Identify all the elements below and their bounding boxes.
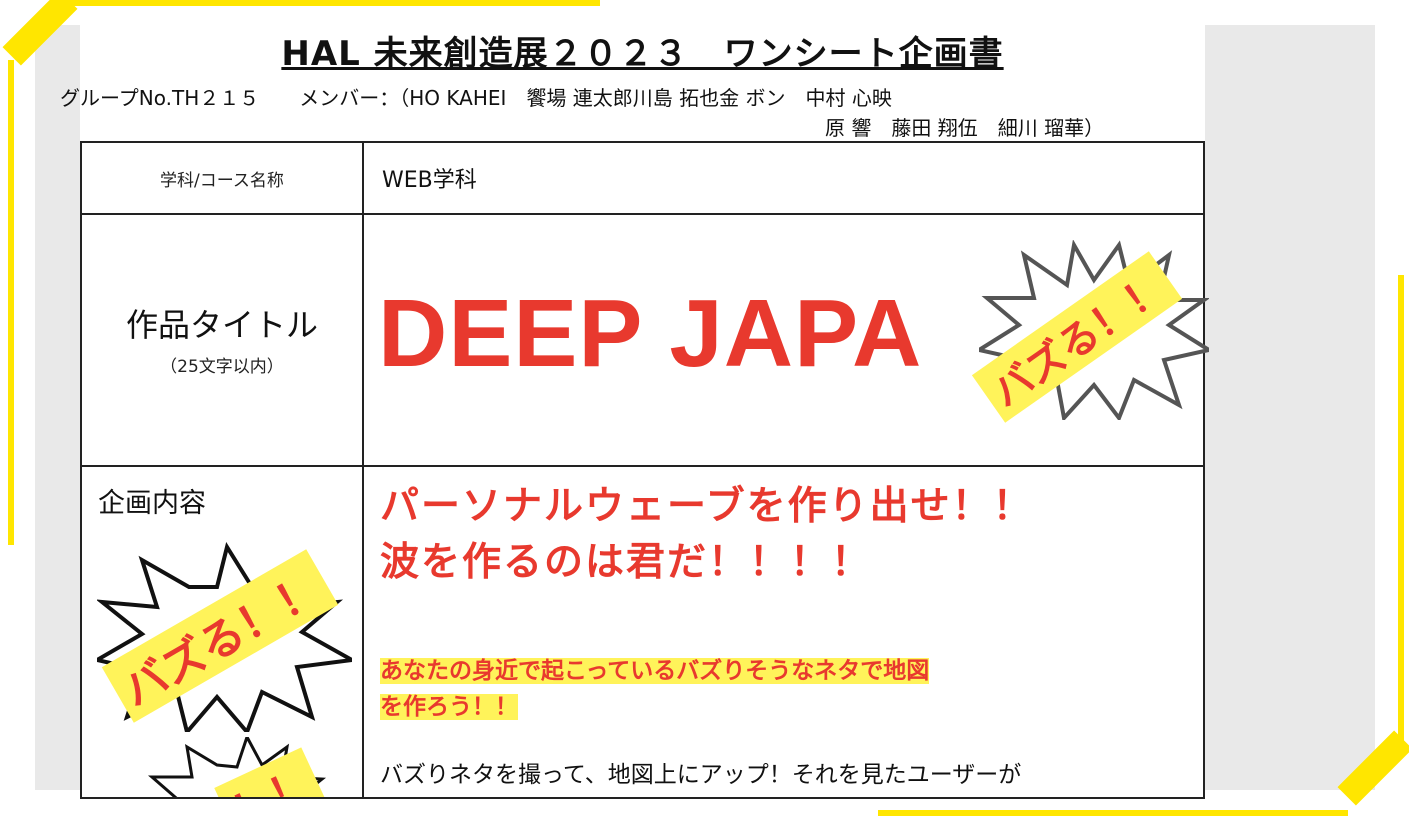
plan-heading-2: 波を作るのは君だ！！！！ (380, 540, 873, 585)
planning-table: 学科/コース名称 WEB学科 作品タイトル （25文字以内） DEEP JAPA… (80, 141, 1215, 799)
frame-line-bottom (878, 810, 1348, 816)
buzz-sticker: バズる！！ (971, 239, 1215, 423)
table-row: 学科/コース名称 WEB学科 (80, 141, 1205, 215)
buzz-sticker: バズる！！ (91, 541, 359, 737)
table-row: 作品タイトル （25文字以内） DEEP JAPA バズる！！ (80, 213, 1215, 467)
group-line: グループNo.TH２１５ メンバー：（HO KAHEI 饗場 連太郎川島 拓也金 … (60, 82, 892, 111)
frame-line-right (1398, 275, 1404, 755)
members-line-1: メンバー：（HO KAHEI 饗場 連太郎川島 拓也金 ボン 中村 心映 (299, 86, 892, 110)
plan-highlight-line-1: あなたの身近で起こっているバズりそうなネタで地図 (380, 658, 930, 684)
plan-body-text: バズりネタを撮って、地図上にアップ！それを見たユーザーが (380, 762, 1022, 788)
dept-label: 学科/コース名称 (160, 170, 284, 191)
table-row: 企画内容 バズる！！ ！！ パーソナルウェーブを作り出せ！！ (80, 465, 1205, 799)
work-title-sublabel: （25文字以内） (160, 357, 284, 377)
work-title-label: 作品タイトル (125, 306, 318, 344)
one-sheet-document: HAL 未来創造展２０２３ ワンシート企画書 グループNo.TH２１５ メンバー：… (60, 0, 1215, 799)
plan-highlight-line-2: を作ろう！！ (380, 694, 518, 720)
dept-value: WEB学科 (382, 168, 477, 193)
work-title-value: DEEP JAPA (378, 280, 923, 387)
group-number: グループNo.TH２１５ (60, 86, 260, 110)
document-title: HAL 未来創造展２０２３ ワンシート企画書 (281, 34, 1004, 74)
plan-label: 企画内容 (98, 488, 206, 519)
members-line-2: 原 響 藤田 翔伍 細川 瑠華） (825, 116, 1105, 140)
partial-buzz-sticker: ！！ (147, 737, 327, 797)
plan-highlight: あなたの身近で起こっているバズりそうなネタで地図 を作ろう！！ (380, 653, 1203, 725)
plan-content: パーソナルウェーブを作り出せ！！ 波を作るのは君だ！！！！ あなたの身近で起こっ… (364, 467, 1203, 789)
plan-heading-1: パーソナルウェーブを作り出せ！！ (380, 484, 1034, 529)
frame-line-top (60, 0, 600, 6)
work-title-label-cell: 作品タイトル （25文字以内） (82, 215, 362, 377)
frame-line-left (8, 60, 14, 545)
work-title-value-cell: DEEP JAPA バズる！！ (364, 215, 1215, 465)
